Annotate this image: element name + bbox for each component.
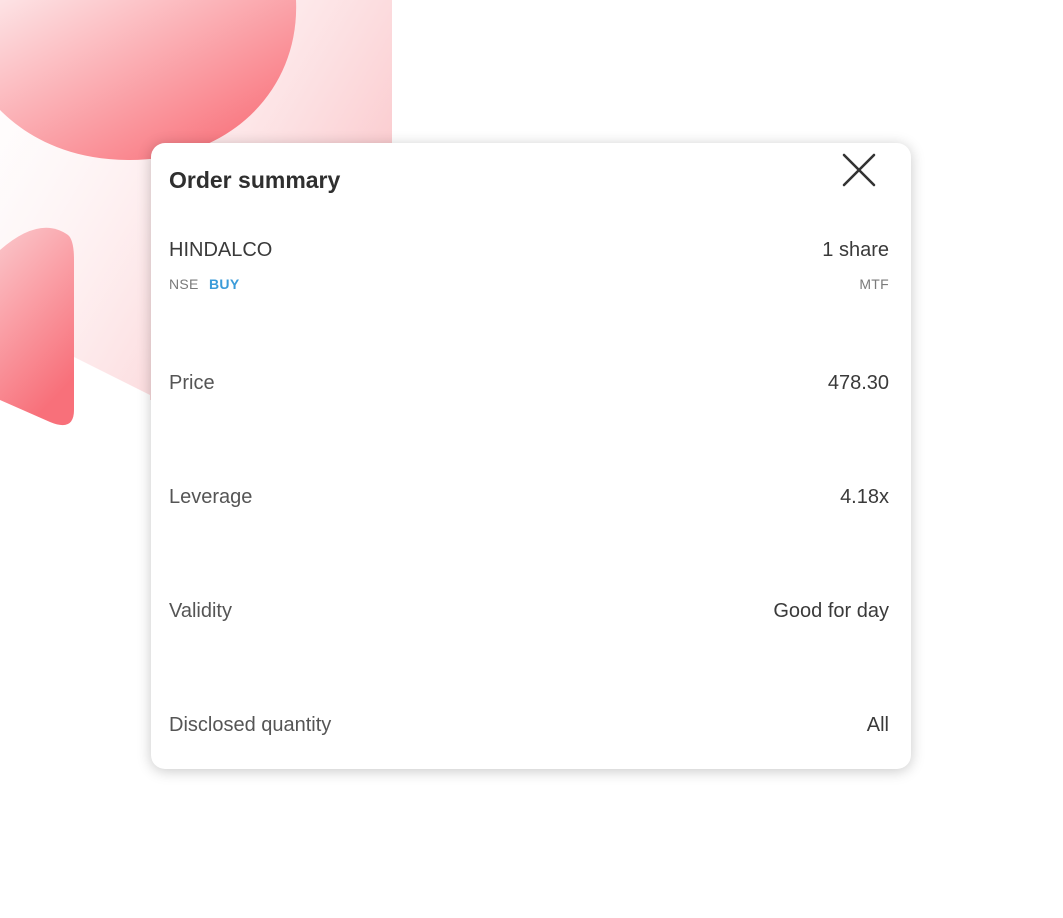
order-quantity: 1 share [822,239,889,261]
leverage-value: 4.18x [840,486,889,508]
dialog-title: Order summary [169,167,341,193]
close-icon [842,153,876,187]
order-summary-dialog: Order summary HINDALCO 1 share NSE BUY M… [151,143,911,769]
disclosed-quantity-label: Disclosed quantity [169,714,332,736]
product-type-label: MTF [859,276,889,292]
price-value: 478.30 [827,372,889,394]
leverage-label: Leverage [169,486,253,508]
exchange-label: NSE [169,276,199,292]
validity-value: Good for day [773,600,889,622]
price-label: Price [169,372,215,394]
order-side-badge: BUY [209,276,240,292]
close-button[interactable] [837,148,881,192]
validity-label: Validity [169,600,232,622]
instrument-symbol: HINDALCO [169,239,273,261]
disclosed-quantity-value: All [866,714,889,736]
